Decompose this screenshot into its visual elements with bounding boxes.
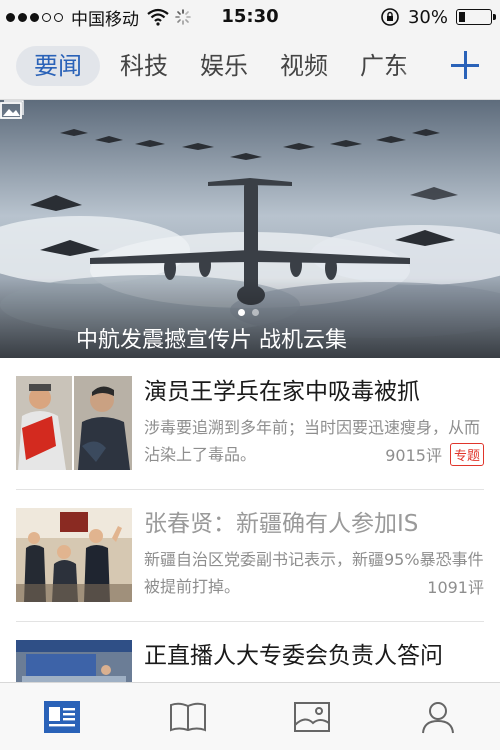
rotation-lock-icon <box>381 8 399 26</box>
news-meta: 1091评 <box>427 574 484 598</box>
add-channel-icon[interactable] <box>450 50 480 80</box>
news-thumbnail <box>16 508 132 602</box>
hero-caption: 中航发震撼宣传片 战机云集 <box>76 328 347 353</box>
status-bar: 中国移动 15:30 30% <box>0 0 500 34</box>
news-headline: 张春贤：新疆确有人参加IS <box>144 511 419 537</box>
news-headline: 演员王学兵在家中吸毒被抓 <box>144 379 420 405</box>
news-icon <box>44 701 80 733</box>
comment-count: 1091评 <box>427 578 484 597</box>
wifi-icon <box>147 8 169 26</box>
nav-news[interactable] <box>42 699 82 735</box>
battery-percentage: 30% <box>407 6 448 28</box>
loading-spinner-icon <box>175 9 191 25</box>
news-list-item[interactable]: 演员王学兵在家中吸毒被抓 涉毒要追溯到多年前；当时因要迅速瘦身，从而沾染上了毒品… <box>0 358 500 490</box>
nav-pictures[interactable] <box>292 699 332 735</box>
carousel-dot <box>252 309 259 316</box>
bottom-navigation <box>0 682 500 750</box>
news-headline: 正直播人大专委会负责人答问 <box>144 643 443 669</box>
book-icon <box>170 702 206 732</box>
comment-count: 9015评 <box>385 446 442 465</box>
news-thumbnail <box>16 640 132 682</box>
gallery-icon <box>0 100 24 119</box>
carrier-name: 中国移动 <box>71 9 139 30</box>
battery-level <box>459 12 466 22</box>
profile-icon <box>422 702 454 734</box>
status-left: 中国移动 <box>6 6 191 30</box>
tab-headlines[interactable]: 要闻 <box>16 46 100 86</box>
image-icon <box>294 702 330 732</box>
carousel-indicator <box>238 309 259 316</box>
tab-video[interactable]: 视频 <box>268 46 340 86</box>
tab-entertainment[interactable]: 娱乐 <box>188 46 260 86</box>
topic-badge: 专题 <box>449 442 484 466</box>
carousel-dot-active <box>238 309 245 316</box>
channel-tabs: 要闻 科技 娱乐 视频 广东 <box>16 46 430 86</box>
nav-profile[interactable] <box>418 699 458 735</box>
status-right: 30% <box>380 6 496 28</box>
signal-strength-icon <box>6 12 63 22</box>
news-thumbnail <box>16 376 132 470</box>
news-meta: 9015评 专题 <box>385 442 484 466</box>
hero-banner[interactable]: 中航发震撼宣传片 战机云集 <box>0 100 500 358</box>
tabs-fade <box>400 44 430 90</box>
nav-reading[interactable] <box>168 699 208 735</box>
news-list-item[interactable]: 正直播人大专委会负责人答问 <box>0 622 500 682</box>
news-list-item[interactable]: 张春贤：新疆确有人参加IS 新疆自治区党委副书记表示，新疆95%暴恐事件被提前打… <box>0 490 500 622</box>
channel-tab-bar: 要闻 科技 娱乐 视频 广东 <box>0 34 500 100</box>
battery-icon <box>456 9 496 25</box>
tab-tech[interactable]: 科技 <box>108 46 180 86</box>
